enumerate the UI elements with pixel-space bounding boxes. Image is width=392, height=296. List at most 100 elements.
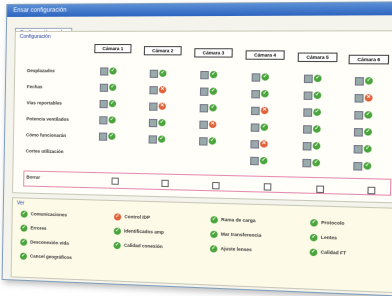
view-option-label: Cancel geográficos xyxy=(30,254,72,261)
camera-toggle[interactable] xyxy=(354,110,363,119)
view-option[interactable]: ✓ Calidad conexión xyxy=(113,242,162,251)
row-label-5: Cómo funcionarán xyxy=(26,132,66,138)
camera-toggle[interactable] xyxy=(303,142,312,151)
camera-toggle[interactable] xyxy=(354,127,363,136)
view-option[interactable]: ✓ Ajuste lenses xyxy=(210,245,252,254)
view-option[interactable]: ✓ Rama de carga xyxy=(210,216,255,225)
camera-toggle[interactable] xyxy=(353,161,362,170)
camera-header-5[interactable]: Cámara 5 xyxy=(298,53,338,63)
camera-toggle[interactable] xyxy=(100,84,108,92)
view-option-label: Protocolo xyxy=(321,220,344,226)
view-option[interactable]: ✓ Identificados amp xyxy=(114,228,164,237)
check-icon: ✓ xyxy=(261,90,269,97)
check-icon: ✓ xyxy=(313,108,321,115)
camera-toggle[interactable] xyxy=(251,123,260,131)
check-icon: ✓ xyxy=(260,123,268,130)
view-option[interactable]: ✓ Desconexión vida xyxy=(20,239,69,248)
camera-toggle[interactable] xyxy=(354,144,363,153)
view-option-label: Control IDP xyxy=(124,214,150,220)
camera-header-3[interactable]: Cámara 3 xyxy=(194,48,233,57)
status-grid: ✓ ✓ ✓ ✓ ✓ ✓ ✓ ✕ ✓ ✓ ✓ ✕ ✓ ✕ ✓ ✕ ✓ ✓ ✓ ✓ ✕ ✓ ✓ ✓ ✓ ✓ ✓ ✕ ✓ ✓ ✓ ✓ ✓ xyxy=(16,31,392,32)
camera-toggle[interactable] xyxy=(355,77,364,86)
delete-checkbox-4[interactable] xyxy=(264,183,272,191)
view-option[interactable]: ✓ Comunicaciones xyxy=(21,211,67,219)
delete-checkbox-6[interactable] xyxy=(367,187,375,195)
row-label-2: Fechas xyxy=(27,84,43,89)
option-status-icon: ✓ xyxy=(21,211,28,218)
camera-toggle[interactable] xyxy=(251,106,260,114)
camera-toggle[interactable] xyxy=(149,86,158,94)
delete-checkbox-5[interactable] xyxy=(316,185,324,193)
camera-toggle[interactable] xyxy=(252,73,261,81)
camera-toggle[interactable] xyxy=(149,135,158,143)
option-status-icon: ✓ xyxy=(310,249,318,257)
camera-header-4[interactable]: Cámara 4 xyxy=(245,50,284,60)
option-status-icon: ✓ xyxy=(114,213,121,220)
camera-toggle[interactable] xyxy=(199,137,208,145)
view-option-label: Lentes xyxy=(321,235,337,241)
option-status-icon: ✓ xyxy=(310,219,318,227)
camera-header-2[interactable]: Cámara 2 xyxy=(144,46,182,55)
check-icon: ✓ xyxy=(109,100,116,107)
check-icon: ✓ xyxy=(260,156,268,163)
view-option-label: Mar transferencia xyxy=(221,232,262,239)
check-icon: ✓ xyxy=(363,162,371,170)
check-icon: ✓ xyxy=(364,111,372,119)
view-option[interactable]: ✓ Calidad FT xyxy=(310,249,347,258)
camera-toggle[interactable] xyxy=(303,125,312,134)
camera-toggle[interactable] xyxy=(200,71,209,79)
window-title: Ensar configuración xyxy=(7,2,392,17)
camera-toggle[interactable] xyxy=(99,116,107,124)
camera-toggle[interactable] xyxy=(304,91,313,100)
view-option[interactable]: ✓ Cancel geográficos xyxy=(20,253,72,262)
camera-toggle[interactable] xyxy=(303,108,312,117)
view-option[interactable]: ✓ Control IDP xyxy=(114,213,150,221)
camera-toggle[interactable] xyxy=(304,75,313,83)
camera-toggle[interactable] xyxy=(250,156,259,165)
check-icon: ✓ xyxy=(364,128,372,136)
view-option-label: Errores xyxy=(30,226,46,232)
delete-row-label: Borrar xyxy=(26,175,40,180)
view-options-panel: Ver ✓ Comunicaciones ✓ Errores ✓ Desconexión … xyxy=(11,197,392,293)
delete-checkbox-1[interactable] xyxy=(111,178,118,185)
view-option[interactable]: ✓ Errores xyxy=(20,225,46,233)
view-option[interactable]: ✓ Protocolo xyxy=(310,219,344,227)
camera-toggle[interactable] xyxy=(250,140,259,148)
camera-toggle[interactable] xyxy=(251,89,260,97)
check-icon: ✓ xyxy=(159,69,166,76)
camera-toggle[interactable] xyxy=(200,104,209,112)
delete-checkbox-3[interactable] xyxy=(212,182,220,189)
camera-toggle[interactable] xyxy=(149,102,158,110)
view-option[interactable]: ✓ Mar transferencia xyxy=(210,231,261,240)
camera-toggle[interactable] xyxy=(149,118,158,126)
camera-toggle[interactable] xyxy=(199,121,208,129)
view-option-label: Calidad conexión xyxy=(124,243,163,249)
view-option-label: Desconexión vida xyxy=(30,240,69,246)
view-option-label: Ajuste lenses xyxy=(221,246,252,252)
config-window: Ensar configuración Configuración modes … xyxy=(2,1,392,296)
check-icon: ✓ xyxy=(158,135,165,142)
camera-toggle[interactable] xyxy=(150,69,159,77)
check-icon: ✓ xyxy=(108,133,115,140)
camera-toggle[interactable] xyxy=(100,67,108,75)
camera-toggle[interactable] xyxy=(99,132,107,140)
cross-icon: ✕ xyxy=(159,102,166,109)
check-icon: ✓ xyxy=(209,88,217,95)
camera-toggle[interactable] xyxy=(200,88,209,96)
configuration-panel: Configuración Cámara 1 Cámara 2 Cámara 3… xyxy=(12,30,392,203)
view-legend: Ver xyxy=(17,200,25,206)
camera-toggle[interactable] xyxy=(99,100,107,108)
view-option[interactable]: ✓ Lentes xyxy=(310,234,337,242)
cross-icon: ✕ xyxy=(261,106,269,113)
delete-checkbox-2[interactable] xyxy=(161,180,168,187)
camera-header-1[interactable]: Cámara 1 xyxy=(94,44,131,53)
view-option-label: Rama de carga xyxy=(221,217,256,223)
camera-header-6[interactable]: Cámara 6 xyxy=(349,55,390,65)
camera-toggle[interactable] xyxy=(355,93,364,102)
row-label-4: Potencia ventilados xyxy=(26,116,69,122)
check-icon: ✓ xyxy=(365,77,373,84)
check-icon: ✓ xyxy=(364,145,372,153)
option-status-icon: ✓ xyxy=(114,228,121,235)
camera-toggle[interactable] xyxy=(302,159,311,168)
cross-icon: ✕ xyxy=(159,86,166,93)
